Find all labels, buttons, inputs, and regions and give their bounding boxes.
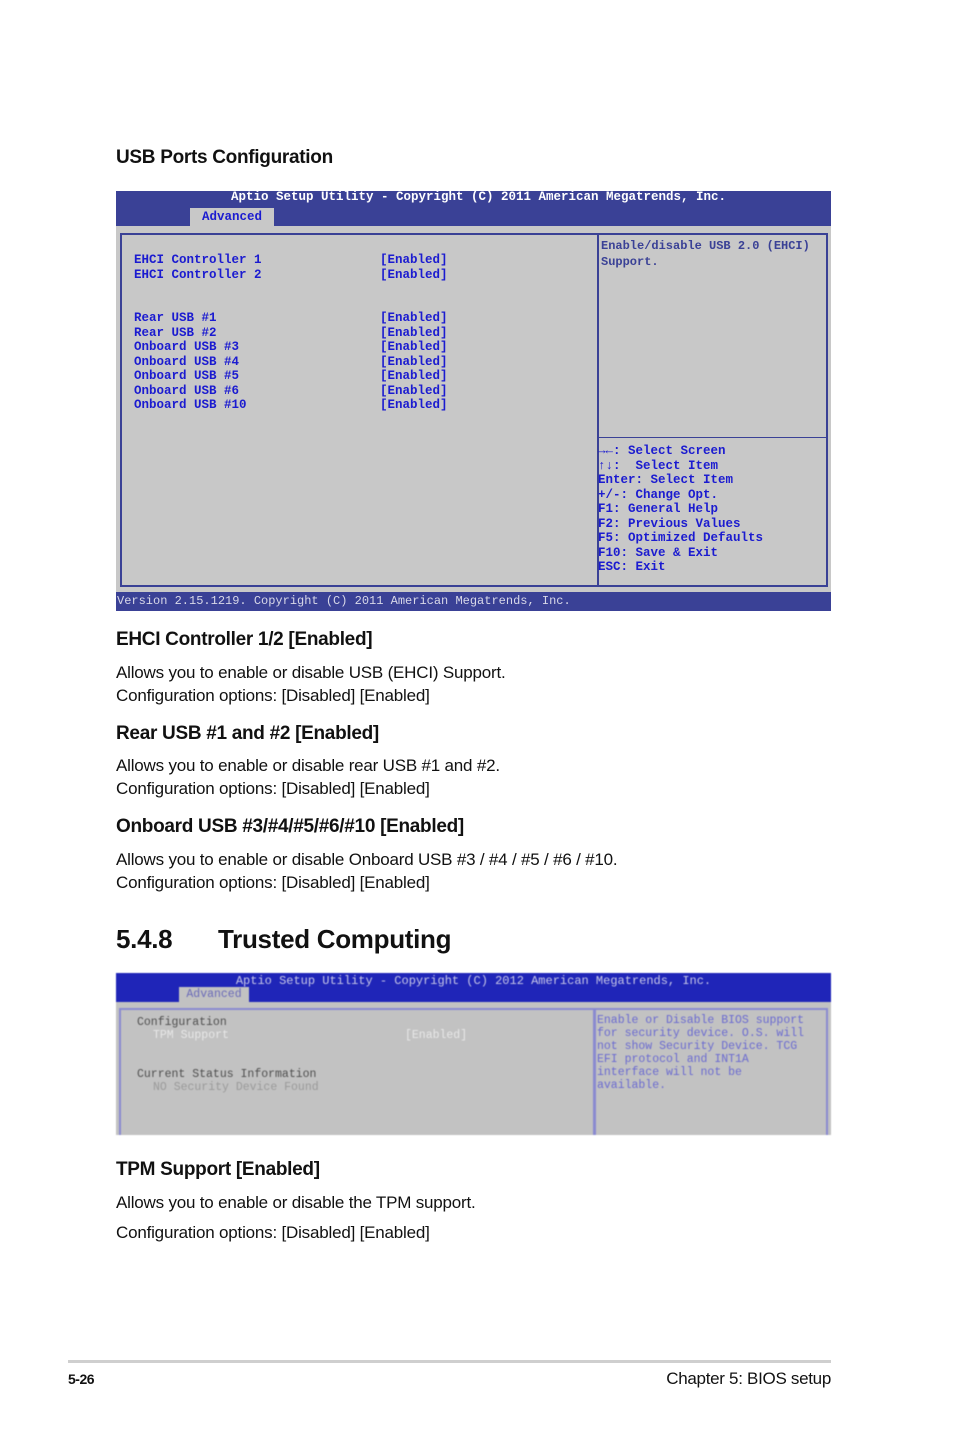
bios-item-onboard-usb-3[interactable]: Onboard USB #3 [Enabled] xyxy=(134,340,464,355)
item-value[interactable]: [Enabled] xyxy=(380,326,448,341)
bios-item-ehci-controller-2[interactable]: EHCI Controller 2 [Enabled] xyxy=(134,268,464,283)
key-change-opt: +/-: Change Opt. xyxy=(598,487,719,502)
item-label: Rear USB #2 xyxy=(134,325,217,340)
bios-help-text: Enable or Disable BIOS support for secur… xyxy=(597,1014,805,1092)
rear-usb-heading: Rear USB #1 and #2 [Enabled] xyxy=(116,723,379,744)
page-number: 5-26 xyxy=(68,1371,95,1387)
tpm-support-heading: TPM Support [Enabled] xyxy=(116,1159,320,1180)
key-select-screen: →←: Select Screen xyxy=(598,444,726,458)
bios-main-frame: EHCI Controller 1 [Enabled] EHCI Control… xyxy=(120,233,828,587)
tab-advanced[interactable]: Advanced xyxy=(179,987,249,1002)
chapter-label: Chapter 5: BIOS setup xyxy=(666,1369,831,1388)
bios-panel-divider xyxy=(593,1010,596,1135)
config-options-line: Configuration options: [Disabled] [Enabl… xyxy=(116,779,430,798)
key-select-item: ↑↓: Select Item xyxy=(598,458,719,473)
bios-key-legend: →←: Select Screen ↑↓: Select Item Enter:… xyxy=(598,444,828,575)
rear-usb-description: Allows you to enable or disable rear USB… xyxy=(116,754,500,800)
bios-item-rear-usb-1[interactable]: Rear USB #1 [Enabled] xyxy=(134,311,464,326)
bios-help-divider xyxy=(599,437,828,438)
section-title: Trusted Computing xyxy=(218,924,452,954)
description-line: Allows you to enable or disable USB (EHC… xyxy=(116,663,506,682)
bios-main-frame: Configuration TPM Support [Enabled] Curr… xyxy=(119,1008,828,1135)
tab-advanced[interactable]: Advanced xyxy=(190,208,274,226)
security-device-status: NO Security Device Found xyxy=(153,1081,319,1094)
section-heading-trusted-computing: 5.4.8 Trusted Computing xyxy=(116,924,452,955)
item-label: Onboard USB #5 xyxy=(134,369,240,383)
bios-version-bar: Version 2.15.1219. Copyright (C) 2011 Am… xyxy=(116,592,831,611)
bios-screenshot-usb: Aptio Setup Utility - Copyright (C) 2011… xyxy=(116,191,831,611)
item-label: EHCI Controller 1 xyxy=(134,253,262,267)
config-options-line: Configuration options: [Disabled] [Enabl… xyxy=(116,873,430,892)
bios-screenshot-trusted-computing: Aptio Setup Utility - Copyright (C) 2012… xyxy=(116,973,831,1135)
item-label: Onboard USB #3 xyxy=(134,340,240,354)
description-line: Allows you to enable or disable rear USB… xyxy=(116,756,500,775)
onboard-usb-heading: Onboard USB #3/#4/#5/#6/#10 [Enabled] xyxy=(116,816,464,837)
ehci-controller-heading: EHCI Controller 1/2 [Enabled] xyxy=(116,629,373,650)
item-value[interactable]: [Enabled] xyxy=(380,340,448,355)
tpm-support-value[interactable]: [Enabled] xyxy=(405,1029,467,1042)
key-f5: F5: Optimized Defaults xyxy=(598,531,764,545)
current-status-label: Current Status Information xyxy=(137,1068,317,1081)
item-value[interactable]: [Enabled] xyxy=(380,311,448,326)
bios-item-rear-usb-2[interactable]: Rear USB #2 [Enabled] xyxy=(134,326,464,341)
key-esc: ESC: Exit xyxy=(598,560,666,574)
tpm-support-item[interactable]: TPM Support xyxy=(153,1029,229,1042)
bios-item-ehci-controller-1[interactable]: EHCI Controller 1 [Enabled] xyxy=(134,253,464,268)
item-label: Onboard USB #4 xyxy=(134,354,240,369)
bios-item-onboard-usb-10[interactable]: Onboard USB #10 [Enabled] xyxy=(134,398,464,413)
key-f2: F2: Previous Values xyxy=(598,516,741,531)
footer-divider xyxy=(68,1360,831,1363)
item-label: Onboard USB #6 xyxy=(134,383,240,398)
item-label: Onboard USB #10 xyxy=(134,398,247,412)
onboard-usb-description: Allows you to enable or disable Onboard … xyxy=(116,848,618,894)
bios-title: Aptio Setup Utility - Copyright (C) 2011… xyxy=(230,190,727,204)
item-value[interactable]: [Enabled] xyxy=(380,253,448,268)
item-value[interactable]: [Enabled] xyxy=(380,268,448,283)
item-label: Rear USB #1 xyxy=(134,311,217,325)
tpm-support-config-options: Configuration options: [Disabled] [Enabl… xyxy=(116,1223,430,1242)
bios-item-onboard-usb-4[interactable]: Onboard USB #4 [Enabled] xyxy=(134,355,464,370)
bios-item-onboard-usb-5[interactable]: Onboard USB #5 [Enabled] xyxy=(134,369,464,384)
key-f1: F1: General Help xyxy=(598,502,719,516)
config-label: Configuration xyxy=(137,1016,227,1029)
section-number: 5.4.8 xyxy=(116,924,173,954)
bios-title: Aptio Setup Utility - Copyright (C) 2012… xyxy=(235,974,712,988)
key-enter: Enter: Select Item xyxy=(598,473,734,487)
bios-header-bar: Aptio Setup Utility - Copyright (C) 2011… xyxy=(116,191,831,226)
item-value[interactable]: [Enabled] xyxy=(380,398,448,413)
ehci-controller-description: Allows you to enable or disable USB (EHC… xyxy=(116,661,506,707)
item-value[interactable]: [Enabled] xyxy=(380,369,448,384)
item-value[interactable]: [Enabled] xyxy=(380,384,448,399)
item-label: EHCI Controller 2 xyxy=(134,267,262,282)
config-options-line: Configuration options: [Disabled] [Enabl… xyxy=(116,686,430,705)
bios-help-text: Enable/disable USB 2.0 (EHCI) Support. xyxy=(601,239,810,269)
bios-item-onboard-usb-6[interactable]: Onboard USB #6 [Enabled] xyxy=(134,384,464,399)
description-line: Allows you to enable or disable Onboard … xyxy=(116,850,618,869)
key-f10: F10: Save & Exit xyxy=(598,545,719,560)
usb-ports-heading: USB Ports Configuration xyxy=(116,147,333,168)
tpm-support-description-1: Allows you to enable or disable the TPM … xyxy=(116,1193,476,1212)
bios-header-bar: Aptio Setup Utility - Copyright (C) 2012… xyxy=(116,973,831,1002)
item-value[interactable]: [Enabled] xyxy=(380,355,448,370)
